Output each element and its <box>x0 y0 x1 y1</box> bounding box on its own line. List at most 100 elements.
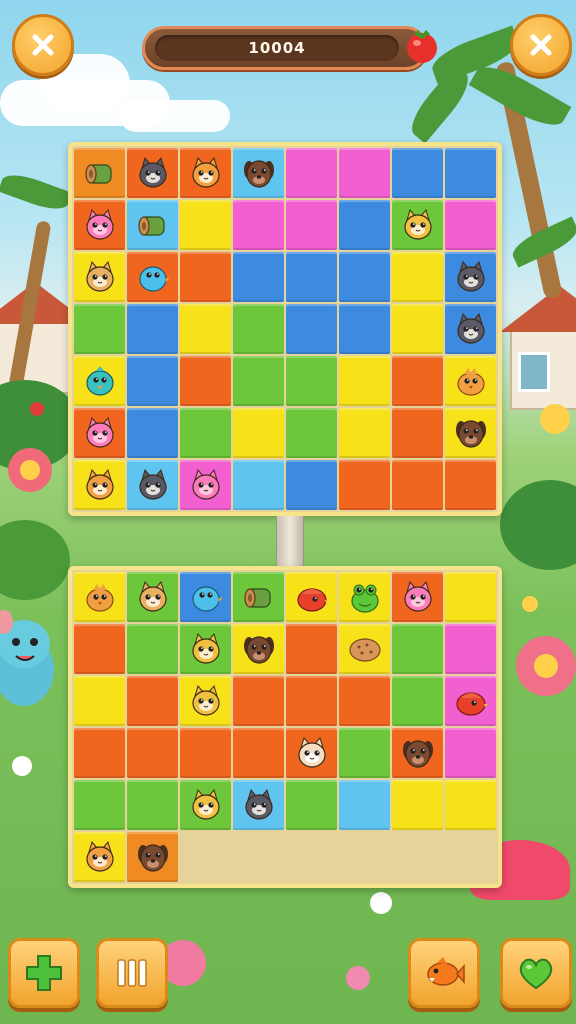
top-board-tile[interactable] <box>74 408 125 458</box>
top-board-tile[interactable] <box>339 356 390 406</box>
top-board-tile[interactable] <box>286 148 337 198</box>
bottom-board-tile[interactable] <box>180 624 231 674</box>
bottom-board-tile[interactable] <box>392 780 443 830</box>
top-board-tile[interactable] <box>180 252 231 302</box>
bottom-board-tile[interactable] <box>74 624 125 674</box>
top-board-tile[interactable] <box>392 148 443 198</box>
bottom-board-tile[interactable] <box>74 832 125 882</box>
top-board-tile[interactable] <box>74 200 125 250</box>
top-board-tile[interactable] <box>74 252 125 302</box>
top-board-tile[interactable] <box>180 356 231 406</box>
bottom-board-tile[interactable] <box>339 728 390 778</box>
bottom-board-tile[interactable] <box>127 780 178 830</box>
heart-button[interactable] <box>500 938 572 1008</box>
bottom-board-tile[interactable] <box>127 728 178 778</box>
bottom-board-tile[interactable] <box>127 624 178 674</box>
close-button-right[interactable] <box>510 14 572 76</box>
bottom-board-tile[interactable] <box>286 572 337 622</box>
bottom-board-tile[interactable] <box>445 676 496 726</box>
bottom-board-tile[interactable] <box>233 572 284 622</box>
add-button[interactable] <box>8 938 80 1008</box>
bottom-board-tile[interactable] <box>127 676 178 726</box>
bottom-board-tile[interactable] <box>127 572 178 622</box>
bottom-board-tile[interactable] <box>392 572 443 622</box>
top-board-tile[interactable] <box>233 356 284 406</box>
bottom-board-tile[interactable] <box>392 728 443 778</box>
top-board-tile[interactable] <box>339 408 390 458</box>
top-board-tile[interactable] <box>127 200 178 250</box>
bottom-board-tile[interactable] <box>233 780 284 830</box>
top-board-tile[interactable] <box>286 408 337 458</box>
bottom-board-tile[interactable] <box>392 624 443 674</box>
top-board-tile[interactable] <box>180 148 231 198</box>
close-button-left[interactable] <box>12 14 74 76</box>
bottom-board-tile[interactable] <box>339 572 390 622</box>
top-board-tile[interactable] <box>127 460 178 510</box>
top-board-tile[interactable] <box>286 200 337 250</box>
bottom-board-tile[interactable] <box>180 780 231 830</box>
bottom-board-tile[interactable] <box>445 728 496 778</box>
top-board-tile[interactable] <box>445 408 496 458</box>
top-board-tile[interactable] <box>392 252 443 302</box>
top-board-tile[interactable] <box>445 252 496 302</box>
top-board-tile[interactable] <box>392 460 443 510</box>
top-board-tile[interactable] <box>339 304 390 354</box>
bottom-board-tile[interactable] <box>233 624 284 674</box>
top-board-tile[interactable] <box>74 356 125 406</box>
bottom-board-tile[interactable] <box>445 624 496 674</box>
top-board-tile[interactable] <box>286 356 337 406</box>
bottom-board-tile[interactable] <box>74 780 125 830</box>
top-board-tile[interactable] <box>392 356 443 406</box>
bottom-board-tile[interactable] <box>392 676 443 726</box>
bottom-board-tile[interactable] <box>339 780 390 830</box>
top-board-tile[interactable] <box>445 356 496 406</box>
top-board-tile[interactable] <box>339 200 390 250</box>
top-board-tile[interactable] <box>127 408 178 458</box>
bottom-board-tile[interactable] <box>180 572 231 622</box>
top-board-tile[interactable] <box>339 460 390 510</box>
bottom-board-tile[interactable] <box>286 780 337 830</box>
top-board-tile[interactable] <box>286 252 337 302</box>
bottom-board-tile[interactable] <box>74 728 125 778</box>
top-board-tile[interactable] <box>180 460 231 510</box>
top-board-tile[interactable] <box>392 408 443 458</box>
top-board-tile[interactable] <box>233 148 284 198</box>
top-board-tile[interactable] <box>286 304 337 354</box>
top-board-tile[interactable] <box>127 148 178 198</box>
bottom-board-tile[interactable] <box>445 572 496 622</box>
bottom-board-tile[interactable] <box>180 728 231 778</box>
bottom-board-tile[interactable] <box>74 676 125 726</box>
bottom-board-tile[interactable] <box>233 728 284 778</box>
fish-button[interactable] <box>408 938 480 1008</box>
top-board-tile[interactable] <box>180 200 231 250</box>
bottom-board-tile[interactable] <box>286 676 337 726</box>
top-board-tile[interactable] <box>233 252 284 302</box>
top-board-tile[interactable] <box>233 200 284 250</box>
top-board-tile[interactable] <box>445 200 496 250</box>
top-board-tile[interactable] <box>233 304 284 354</box>
bottom-board-tile[interactable] <box>286 624 337 674</box>
bottom-board-tile[interactable] <box>180 676 231 726</box>
top-board-tile[interactable] <box>127 356 178 406</box>
bottom-board-tile[interactable] <box>286 728 337 778</box>
bottom-board-tile[interactable] <box>339 624 390 674</box>
bottom-board-tile[interactable] <box>445 780 496 830</box>
top-board-tile[interactable] <box>127 252 178 302</box>
top-board-tile[interactable] <box>74 304 125 354</box>
top-board-tile[interactable] <box>339 252 390 302</box>
top-board-tile[interactable] <box>445 460 496 510</box>
bottom-board-tile[interactable] <box>339 676 390 726</box>
top-board-tile[interactable] <box>180 304 231 354</box>
top-board-tile[interactable] <box>233 408 284 458</box>
top-board-tile[interactable] <box>445 148 496 198</box>
top-board-tile[interactable] <box>286 460 337 510</box>
top-board-tile[interactable] <box>392 304 443 354</box>
top-board-tile[interactable] <box>127 304 178 354</box>
top-board-tile[interactable] <box>233 460 284 510</box>
top-board-tile[interactable] <box>74 460 125 510</box>
top-board-tile[interactable] <box>445 304 496 354</box>
bottom-board-tile[interactable] <box>127 832 178 882</box>
bottom-board-tile[interactable] <box>74 572 125 622</box>
pause-button[interactable] <box>96 938 168 1008</box>
top-board-tile[interactable] <box>180 408 231 458</box>
